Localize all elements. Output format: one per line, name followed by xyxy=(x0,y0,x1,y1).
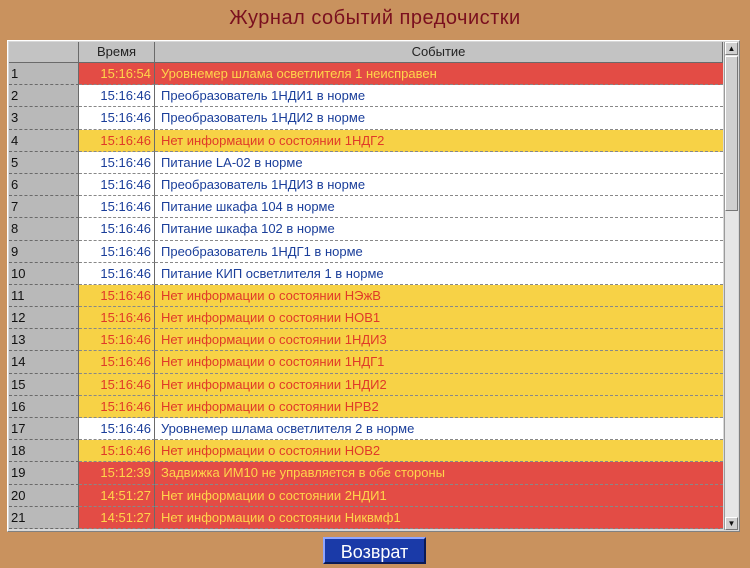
row-number: 12 xyxy=(9,307,79,330)
row-number: 5 xyxy=(9,151,79,174)
event-text: Нет информации о состоянии НОВ2 xyxy=(155,440,723,463)
event-time: 15:16:46 xyxy=(79,395,155,418)
event-time: 15:16:46 xyxy=(79,218,155,241)
event-text: Преобразователь 1НДГ1 в норме xyxy=(155,240,723,263)
column-header-number xyxy=(9,42,79,63)
row-number: 14 xyxy=(9,351,79,374)
event-text: Питание шкафа 104 в норме xyxy=(155,196,723,219)
table-row[interactable]: 10 15:16:46 Питание КИП осветлителя 1 в но… xyxy=(9,262,723,285)
row-number: 15 xyxy=(9,373,79,396)
event-text: Нет информации о состоянии НРВ2 xyxy=(155,395,723,418)
table-row[interactable]: 9 15:16:46 Преобразователь 1НДГ1 в норме xyxy=(9,240,723,263)
event-time: 15:16:46 xyxy=(79,196,155,219)
event-text: Нет информации о состоянии НЭжВ xyxy=(155,284,723,308)
event-time: 15:16:46 xyxy=(79,107,155,130)
event-text: Нет информации о состоянии 1НДИ2 xyxy=(155,373,723,396)
row-number: 13 xyxy=(9,329,79,352)
event-time: 15:12:39 xyxy=(79,462,155,485)
row-number: 7 xyxy=(9,196,79,219)
table-row[interactable]: 3 15:16:46 Преобразователь 1НДИ2 в норме xyxy=(9,107,723,130)
event-time: 15:16:46 xyxy=(79,373,155,396)
table-row[interactable]: 5 15:16:46 Питание LA-02 в норме xyxy=(9,151,723,174)
table-grid: Время Событие 1 15:16:54 Уровнемер шлама о… xyxy=(9,42,723,530)
back-button[interactable]: Возврат xyxy=(323,537,426,564)
row-number: 17 xyxy=(9,418,79,441)
row-number: 1 xyxy=(9,63,79,86)
event-time: 14:51:27 xyxy=(79,484,155,507)
table-row[interactable]: 2 15:16:46 Преобразователь 1НДИ1 в норме xyxy=(9,85,723,108)
table-row[interactable]: 20 14:51:27 Нет информации о состоянии 2НД… xyxy=(9,484,723,507)
event-text: Задвижка ИМ10 не управляется в обе сторо… xyxy=(155,462,723,485)
table-header: Время Событие xyxy=(9,42,723,63)
scrollbar-thumb[interactable] xyxy=(725,56,738,211)
event-time: 15:16:46 xyxy=(79,129,155,152)
event-time: 15:16:46 xyxy=(79,418,155,441)
event-time: 15:16:46 xyxy=(79,307,155,330)
page-title: Журнал событий предочистки xyxy=(229,7,521,29)
event-time: 15:16:46 xyxy=(79,329,155,352)
row-number: 8 xyxy=(9,218,79,241)
event-text: Преобразователь 1НДИ1 в норме xyxy=(155,85,723,108)
event-time: 15:16:46 xyxy=(79,440,155,463)
event-text: Нет информации о состоянии 1НДИ3 xyxy=(155,329,723,352)
event-time: 15:16:46 xyxy=(79,173,155,197)
row-number: 4 xyxy=(9,129,79,152)
table-row[interactable]: 17 15:16:46 Уровнемер шлама осветлителя 2 … xyxy=(9,418,723,441)
table-row[interactable]: 15 15:16:46 Нет информации о состоянии 1НД… xyxy=(9,373,723,396)
event-text: Нет информации о состоянии Никвмф1 xyxy=(155,506,723,529)
event-time: 15:16:46 xyxy=(79,85,155,108)
event-time: 15:16:46 xyxy=(79,351,155,374)
row-number: 16 xyxy=(9,395,79,418)
event-text: Уровнемер шлама осветлителя 2 в норме xyxy=(155,418,723,441)
row-number: 21 xyxy=(9,506,79,529)
table-row[interactable]: 14 15:16:46 Нет информации о состоянии 1НД… xyxy=(9,351,723,374)
table-row[interactable]: 12 15:16:46 Нет информации о состоянии НОВ… xyxy=(9,307,723,330)
table-body: 1 15:16:54 Уровнемер шлама осветлителя 1 н… xyxy=(9,63,723,529)
table-row[interactable]: 6 15:16:46 Преобразователь 1НДИ3 в норме xyxy=(9,173,723,197)
scroll-up-arrow-icon[interactable]: ▲ xyxy=(725,42,738,55)
event-text: Преобразователь 1НДИ2 в норме xyxy=(155,107,723,130)
table-row[interactable]: 18 15:16:46 Нет информации о состоянии НОВ… xyxy=(9,440,723,463)
event-time: 15:16:54 xyxy=(79,63,155,86)
row-number: 20 xyxy=(9,484,79,507)
row-number: 11 xyxy=(9,284,79,308)
event-text: Питание шкафа 102 в норме xyxy=(155,218,723,241)
table-row[interactable]: 19 15:12:39 Задвижка ИМ10 не управляется в… xyxy=(9,462,723,485)
event-text: Преобразователь 1НДИ3 в норме xyxy=(155,173,723,197)
row-number: 2 xyxy=(9,85,79,108)
table-row[interactable]: 16 15:16:46 Нет информации о состоянии НРВ… xyxy=(9,395,723,418)
table-row[interactable]: 4 15:16:46 Нет информации о состоянии 1НДГ… xyxy=(9,129,723,152)
row-number: 19 xyxy=(9,462,79,485)
table-row[interactable]: 1 15:16:54 Уровнемер шлама осветлителя 1 н… xyxy=(9,63,723,86)
event-text: Нет информации о состоянии НОВ1 xyxy=(155,307,723,330)
row-number: 18 xyxy=(9,440,79,463)
event-text: Нет информации о состоянии 1НДГ2 xyxy=(155,129,723,152)
column-header-event: Событие xyxy=(155,42,723,63)
event-text: Питание LA-02 в норме xyxy=(155,151,723,174)
event-log-table: Время Событие 1 15:16:54 Уровнемер шлама о… xyxy=(7,40,740,532)
row-number: 9 xyxy=(9,240,79,263)
event-text: Нет информации о состоянии 1НДГ1 xyxy=(155,351,723,374)
column-header-time: Время xyxy=(79,42,155,63)
event-text: Уровнемер шлама осветлителя 1 неисправен xyxy=(155,63,723,86)
table-row[interactable]: 7 15:16:46 Питание шкафа 104 в норме xyxy=(9,196,723,219)
event-text: Питание КИП осветлителя 1 в норме xyxy=(155,262,723,285)
event-time: 15:16:46 xyxy=(79,151,155,174)
table-row[interactable]: 13 15:16:46 Нет информации о состоянии 1НД… xyxy=(9,329,723,352)
table-row[interactable]: 11 15:16:46 Нет информации о состоянии НЭж… xyxy=(9,284,723,308)
event-time: 15:16:46 xyxy=(79,284,155,308)
event-time: 15:16:46 xyxy=(79,262,155,285)
scroll-down-arrow-icon[interactable]: ▼ xyxy=(725,517,738,530)
table-row[interactable]: 21 14:51:27 Нет информации о состоянии Ник… xyxy=(9,506,723,529)
event-time: 14:51:27 xyxy=(79,506,155,529)
table-row[interactable]: 8 15:16:46 Питание шкафа 102 в норме xyxy=(9,218,723,241)
row-number: 10 xyxy=(9,262,79,285)
row-number: 6 xyxy=(9,173,79,197)
row-number: 3 xyxy=(9,107,79,130)
event-time: 15:16:46 xyxy=(79,240,155,263)
vertical-scrollbar[interactable]: ▲ ▼ xyxy=(724,42,738,530)
event-text: Нет информации о состоянии 2НДИ1 xyxy=(155,484,723,507)
